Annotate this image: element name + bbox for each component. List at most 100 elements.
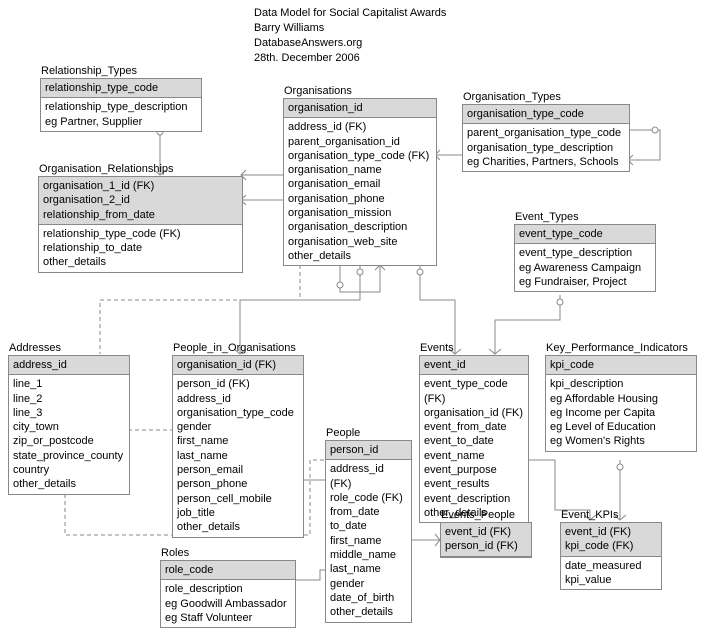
field: person_id — [330, 443, 407, 457]
field: kpi_code (FK) — [565, 539, 657, 553]
field: event_id — [424, 358, 524, 372]
field: address_id — [177, 392, 299, 406]
entity-event-types: Event_Types event_type_code event_type_d… — [514, 224, 656, 292]
entity-attrs: event_type_description eg Awareness Camp… — [515, 244, 655, 291]
entity-key-performance-indicators: Key_Performance_Indicators kpi_code kpi_… — [545, 355, 697, 452]
field: last_name — [177, 449, 299, 463]
field: line_1 — [13, 377, 125, 391]
field: gender — [330, 577, 407, 591]
field: role_code (FK) — [330, 491, 407, 505]
site-line: DatabaseAnswers.org — [254, 36, 446, 51]
entity-title: Events_People — [441, 509, 515, 521]
entity-title: Events — [420, 342, 454, 354]
field: organisation_web_site — [288, 235, 432, 249]
entity-pk: organisation_type_code — [463, 105, 629, 124]
field: address_id (FK) — [330, 462, 407, 491]
field: organisation_phone — [288, 192, 432, 206]
field: person_phone — [177, 477, 299, 491]
entity-title: Key_Performance_Indicators — [546, 342, 688, 354]
field: relationship_type_code — [45, 81, 197, 95]
entity-attrs: date_measured kpi_value — [561, 557, 661, 590]
field: event_name — [424, 449, 524, 463]
author-line: Barry Williams — [254, 21, 446, 36]
field: gender — [177, 420, 299, 434]
field: organisation_type_code (FK) — [288, 149, 432, 163]
field: other_details — [288, 249, 432, 263]
field: organisation_type_description — [467, 141, 625, 155]
field: organisation_type_code — [467, 107, 625, 121]
entity-title: Relationship_Types — [41, 65, 137, 77]
field: person_email — [177, 463, 299, 477]
field: relationship_to_date — [43, 241, 238, 255]
field: job_title — [177, 506, 299, 520]
entity-attrs: relationship_type_description eg Partner… — [41, 98, 201, 131]
field: organisation_id (FK) — [424, 406, 524, 420]
entity-attrs: relationship_type_code (FK) relationship… — [39, 225, 242, 272]
field: role_code — [165, 563, 291, 577]
field: relationship_type_code (FK) — [43, 227, 238, 241]
entity-pk: organisation_id (FK) — [173, 356, 303, 375]
field: other_details — [13, 477, 125, 491]
entity-event-kpis: Event_KPIs event_id (FK) kpi_code (FK) d… — [560, 522, 662, 590]
field: event_type_code — [519, 227, 651, 241]
entity-title: Organisations — [284, 85, 352, 97]
entity-attrs: event_type_code (FK) organisation_id (FK… — [420, 375, 528, 522]
field: eg Income per Capita — [550, 406, 692, 420]
entity-pk: role_code — [161, 561, 295, 580]
field: eg Partner, Supplier — [45, 115, 197, 129]
field: parent_organisation_type_code — [467, 126, 625, 140]
field: eg Charities, Partners, Schools — [467, 155, 625, 169]
entity-organisation-types: Organisation_Types organisation_type_cod… — [462, 104, 630, 172]
title-line: Data Model for Social Capitalist Awards — [254, 6, 446, 21]
entity-title: People — [326, 427, 360, 439]
field: organisation_name — [288, 163, 432, 177]
field: eg Affordable Housing — [550, 392, 692, 406]
field: middle_name — [330, 548, 407, 562]
field: address_id — [13, 358, 125, 372]
entity-title: People_in_Organisations — [173, 342, 296, 354]
entity-pk: event_id (FK) kpi_code (FK) — [561, 523, 661, 557]
entity-events-people: Events_People event_id (FK) person_id (F… — [440, 522, 532, 558]
entity-pk: event_id — [420, 356, 528, 375]
entity-attrs: line_1 line_2 line_3 city_town zip_or_po… — [9, 375, 129, 493]
entity-organisation-relationships: Organisation_Relationships organisation_… — [38, 176, 243, 273]
field: event_from_date — [424, 420, 524, 434]
field: city_town — [13, 420, 125, 434]
field: other_details — [43, 255, 238, 269]
field: state_province_county — [13, 449, 125, 463]
field: event_description — [424, 492, 524, 506]
field: event_purpose — [424, 463, 524, 477]
field: eg Goodwill Ambassador — [165, 597, 291, 611]
entity-pk: organisation_1_id (FK) organisation_2_id… — [39, 177, 242, 225]
entity-attrs: address_id (FK) role_code (FK) from_date… — [326, 460, 411, 621]
field: kpi_value — [565, 573, 657, 587]
entity-attrs: address_id (FK) parent_organisation_id o… — [284, 118, 436, 265]
field: first_name — [177, 434, 299, 448]
entity-pk: address_id — [9, 356, 129, 375]
field: organisation_type_code — [177, 406, 299, 420]
field: person_cell_mobile — [177, 492, 299, 506]
entity-addresses: Addresses address_id line_1 line_2 line_… — [8, 355, 130, 495]
field: zip_or_postcode — [13, 434, 125, 448]
entity-pk: kpi_code — [546, 356, 696, 375]
field: date_measured — [565, 559, 657, 573]
field: eg Fundraiser, Project — [519, 275, 651, 289]
field: event_type_code (FK) — [424, 377, 524, 406]
entity-attrs: kpi_description eg Affordable Housing eg… — [546, 375, 696, 450]
entity-title: Event_Types — [515, 211, 579, 223]
entity-attrs: person_id (FK) address_id organisation_t… — [173, 375, 303, 536]
entity-events: Events event_id event_type_code (FK) org… — [419, 355, 529, 523]
field: kpi_description — [550, 377, 692, 391]
field: eg Level of Education — [550, 420, 692, 434]
field: parent_organisation_id — [288, 135, 432, 149]
field: from_date — [330, 505, 407, 519]
diagram-header: Data Model for Social Capitalist Awards … — [254, 6, 446, 65]
entity-pk: relationship_type_code — [41, 79, 201, 98]
field: date_of_birth — [330, 591, 407, 605]
field: organisation_2_id — [43, 193, 238, 207]
field: eg Women's Rights — [550, 434, 692, 448]
field: organisation_mission — [288, 206, 432, 220]
entity-title: Roles — [161, 547, 189, 559]
date-line: 28th. December 2006 — [254, 51, 446, 66]
field: to_date — [330, 519, 407, 533]
